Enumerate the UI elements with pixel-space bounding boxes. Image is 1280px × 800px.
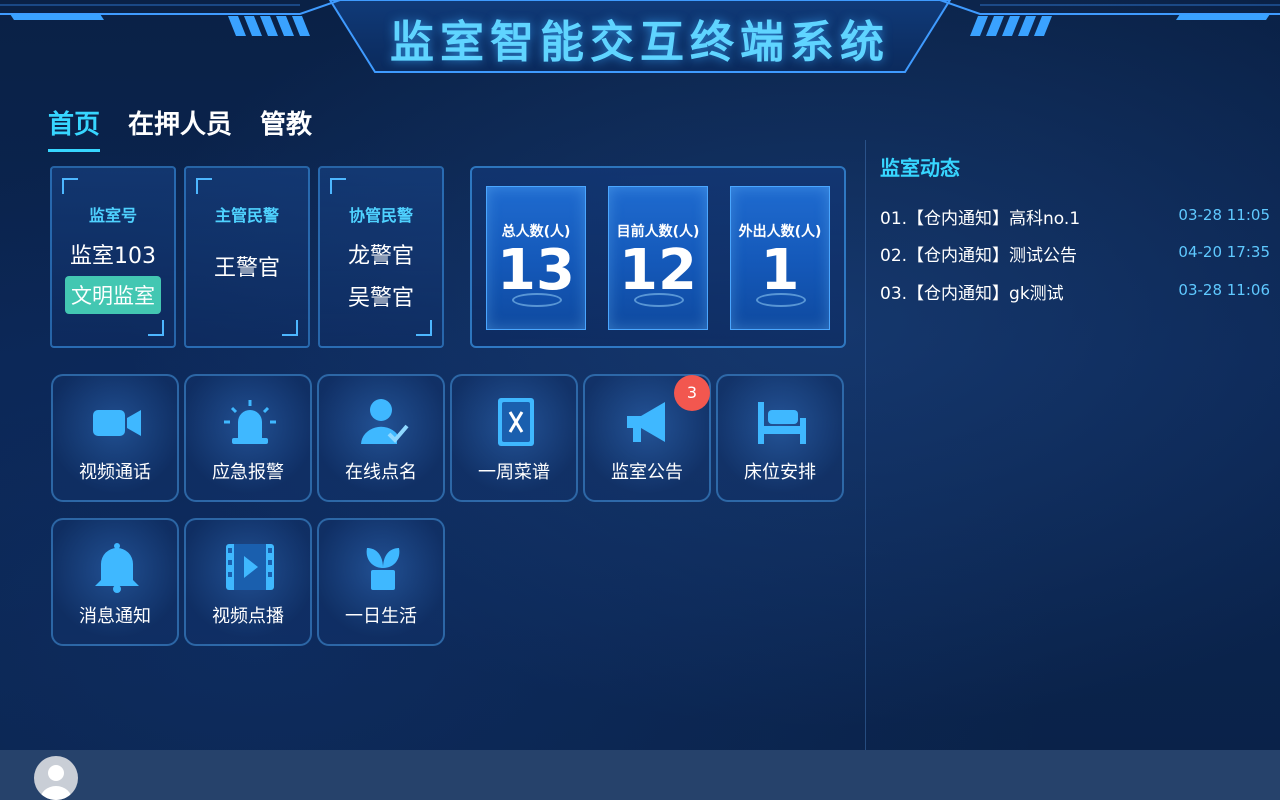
tab-home[interactable]: 首页 (48, 104, 101, 152)
video-call-label: 视频通话 (79, 462, 151, 483)
civilized-room-badge: 文明监室 (65, 276, 161, 314)
daily-life-button[interactable]: 一日生活 (317, 518, 445, 646)
stat-out-value: 1 (760, 238, 800, 303)
news-item[interactable]: 03.【仓内通知】gk测试 03-28 11:06 (880, 279, 1270, 309)
avatar-person-icon (40, 765, 72, 800)
stat-ring (634, 293, 684, 307)
room-notice-label: 监室公告 (611, 462, 683, 483)
assist-officer-label: 协管民警 (348, 206, 413, 225)
stat-ring (512, 293, 562, 307)
room-label: 监室号 (88, 206, 137, 225)
tab-supervision[interactable]: 管教 (260, 104, 312, 152)
online-rollcall-button[interactable]: 在线点名 (317, 374, 445, 502)
tab-detainees[interactable]: 在押人员 (128, 104, 232, 152)
stat-ring (756, 293, 806, 307)
panel-divider (865, 140, 866, 750)
alarm-light-icon (224, 400, 276, 444)
message-notify-button[interactable]: 消息通知 (51, 518, 179, 646)
emergency-alarm-label: 应急报警 (212, 462, 284, 483)
plant-icon (366, 548, 400, 590)
megaphone-icon (627, 402, 665, 442)
headcount-panel: 总人数(人) 13 目前人数(人) 12 外出人数(人) 1 (470, 166, 846, 348)
footer-bar (0, 750, 1280, 800)
news-item-date: 04-20 17:35 (1178, 243, 1270, 261)
bed-arrangement-label: 床位安排 (744, 462, 816, 483)
stat-present-value: 12 (619, 238, 697, 303)
news-item-date: 03-28 11:06 (1178, 281, 1270, 299)
header-bar: 监室智能交互终端系统 (0, 0, 1280, 80)
news-item-text: 02.【仓内通知】测试公告 (880, 246, 1078, 266)
stat-present: 目前人数(人) 12 (608, 186, 708, 330)
chief-officer-card: 主管民警 王警官 (184, 166, 310, 348)
user-avatar[interactable] (34, 756, 78, 800)
news-item-text: 01.【仓内通知】高科no.1 (880, 209, 1081, 229)
user-check-icon (361, 399, 409, 444)
film-icon (226, 544, 274, 590)
bed-icon (758, 402, 806, 444)
weekly-menu-button[interactable]: 一周菜谱 (450, 374, 578, 502)
room-card: 监室号 监室103 文明监室 (50, 166, 176, 348)
assist-officer-name-1: 龙警官 (347, 244, 414, 269)
assist-officer-name-2: 吴警官 (347, 286, 414, 311)
bed-arrangement-button[interactable]: 床位安排 (716, 374, 844, 502)
stat-total-value: 13 (497, 238, 575, 303)
news-section-title: 监室动态 (880, 156, 960, 180)
daily-life-label: 一日生活 (345, 606, 417, 627)
weekly-menu-label: 一周菜谱 (478, 462, 550, 483)
video-camera-icon (93, 410, 141, 436)
news-item[interactable]: 02.【仓内通知】测试公告 04-20 17:35 (880, 241, 1270, 271)
video-call-button[interactable]: 视频通话 (51, 374, 179, 502)
recipe-book-icon (498, 398, 534, 446)
stat-out: 外出人数(人) 1 (730, 186, 830, 330)
room-number: 监室103 (70, 244, 156, 269)
notice-count-badge: 3 (674, 375, 710, 411)
news-item-text: 03.【仓内通知】gk测试 (880, 284, 1064, 304)
video-on-demand-button[interactable]: 视频点播 (184, 518, 312, 646)
app-title: 监室智能交互终端系统 (390, 17, 890, 68)
emergency-alarm-button[interactable]: 应急报警 (184, 374, 312, 502)
news-item[interactable]: 01.【仓内通知】高科no.1 03-28 11:05 (880, 204, 1270, 234)
assist-officer-card: 协管民警 龙警官 吴警官 (318, 166, 444, 348)
stat-total: 总人数(人) 13 (486, 186, 586, 330)
news-item-date: 03-28 11:05 (1178, 206, 1270, 224)
main-tabs: 首页 在押人员 管教 (48, 104, 312, 152)
online-rollcall-label: 在线点名 (345, 462, 417, 483)
chief-officer-name: 王警官 (213, 256, 280, 281)
bell-icon (95, 543, 139, 593)
message-notify-label: 消息通知 (79, 606, 151, 627)
video-on-demand-label: 视频点播 (212, 606, 284, 627)
chief-officer-label: 主管民警 (214, 206, 279, 225)
